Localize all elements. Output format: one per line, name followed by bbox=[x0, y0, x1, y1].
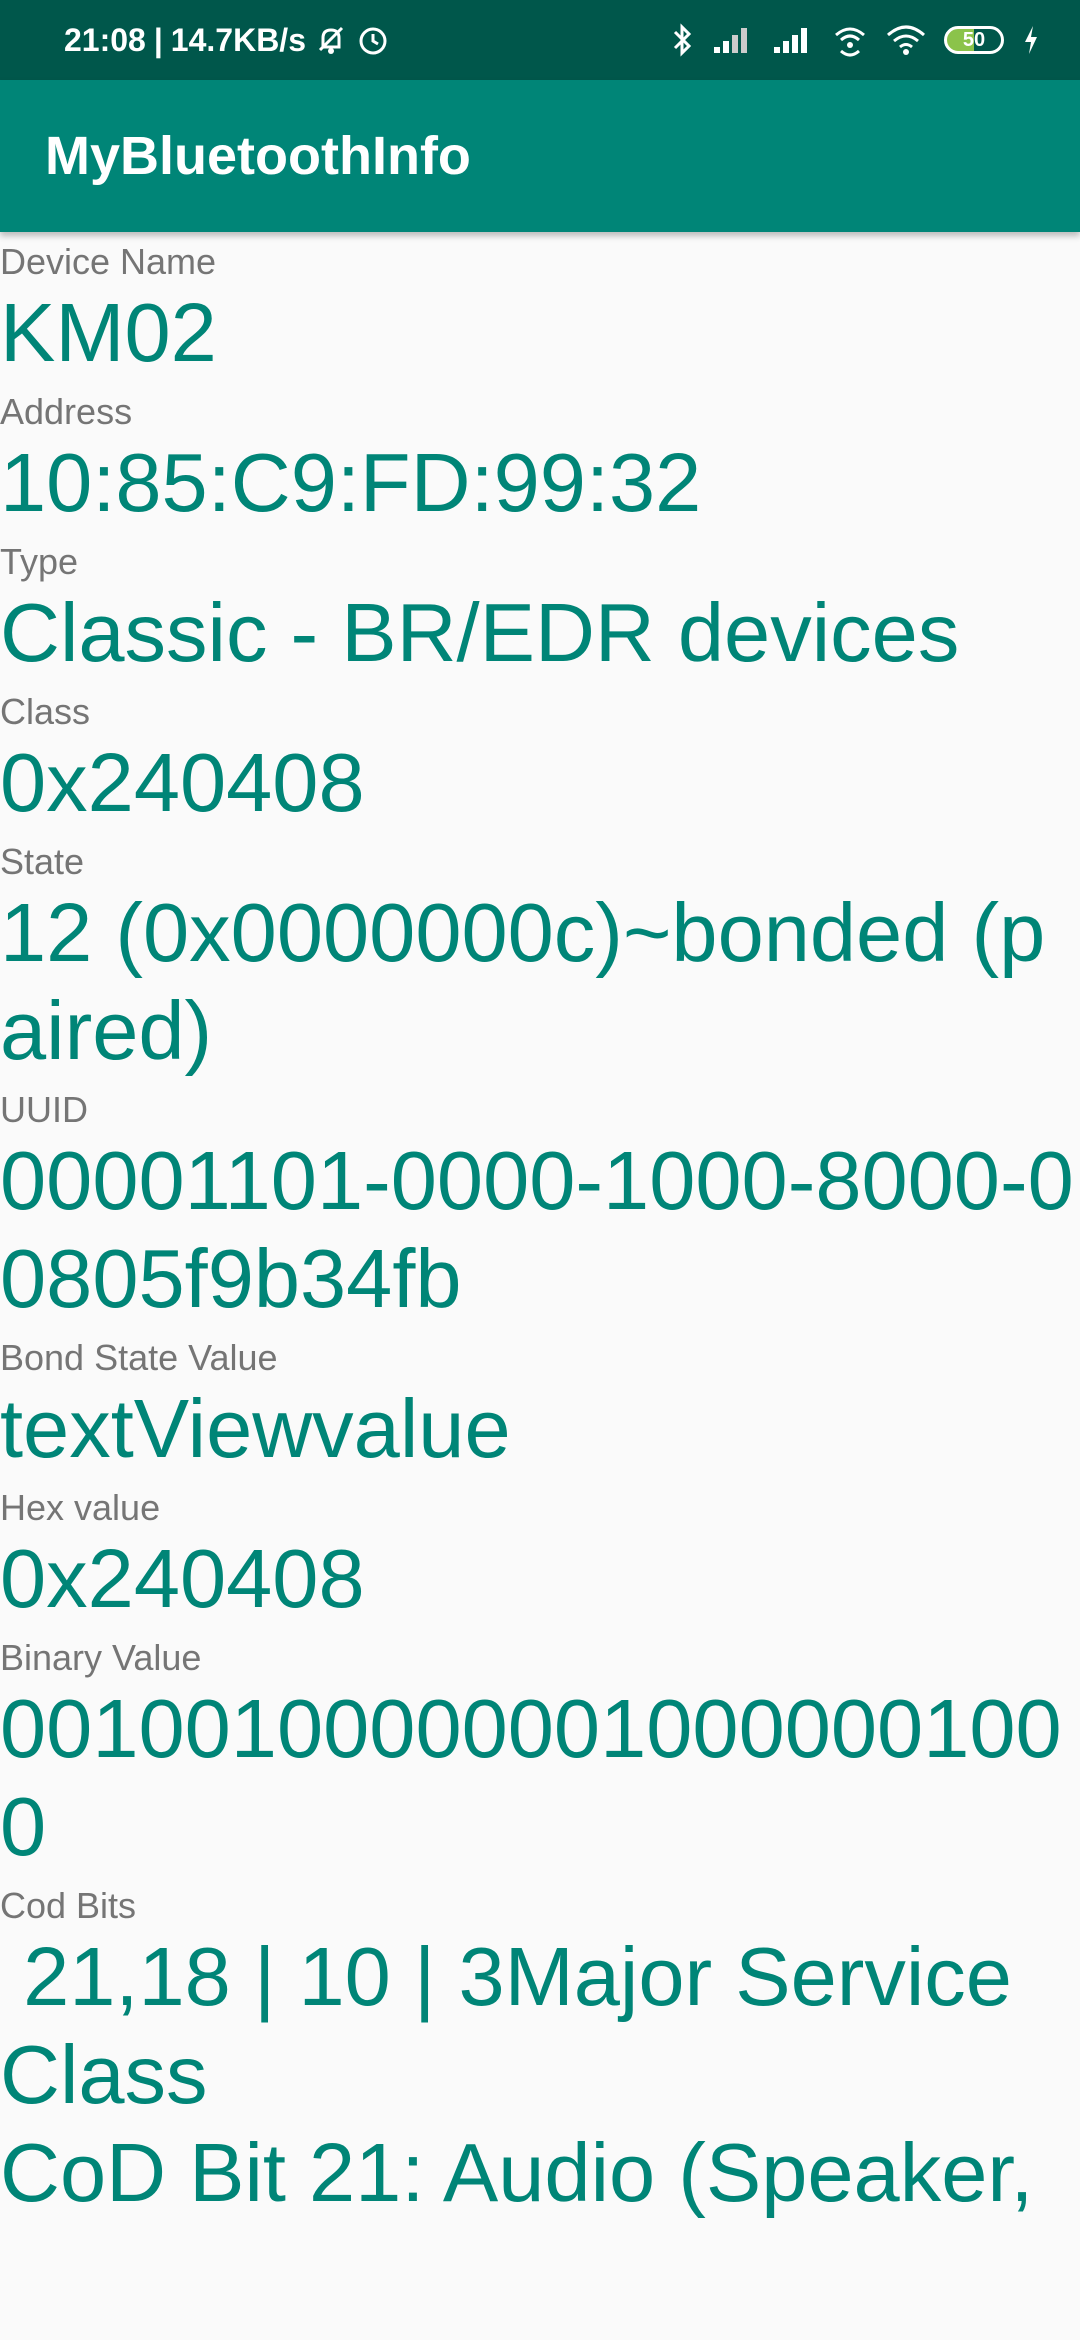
field-value: textViewvalue bbox=[0, 1382, 511, 1475]
field-device-name: Device Name KM02 bbox=[0, 240, 1080, 382]
field-value: 001001000000010000001000 bbox=[0, 1682, 1062, 1873]
field-address: Address 10:85:C9:FD:99:32 bbox=[0, 390, 1080, 532]
field-label: Device Name bbox=[0, 241, 217, 282]
field-value: 0x240408 bbox=[0, 736, 365, 829]
field-value: Classic - BR/EDR devices bbox=[0, 586, 960, 679]
field-hex-value: Hex value 0x240408 bbox=[0, 1486, 1080, 1628]
signal-icon bbox=[772, 25, 814, 55]
field-label: Binary Value bbox=[0, 1637, 202, 1678]
wifi-icon bbox=[886, 23, 926, 57]
app-bar: MyBluetoothInfo bbox=[0, 80, 1080, 232]
field-uuid: UUID 00001101-0000-1000-8000-00805f9b34f… bbox=[0, 1088, 1080, 1328]
field-label: Class bbox=[0, 691, 91, 732]
field-value: 21,18 | 10 | 3Major Service Class CoD Bi… bbox=[0, 1930, 1034, 2219]
status-bar: 21:08 | 14.7KB/s 50 bbox=[0, 0, 1080, 80]
status-separator: | bbox=[153, 21, 163, 58]
field-label: Type bbox=[0, 541, 79, 582]
field-bond-state-value: Bond State Value textViewvalue bbox=[0, 1336, 1080, 1478]
field-class: Class 0x240408 bbox=[0, 690, 1080, 832]
charging-icon bbox=[1022, 24, 1040, 56]
field-state: State 12 (0x0000000c)~bonded (paired) bbox=[0, 840, 1080, 1080]
field-label: Bond State Value bbox=[0, 1337, 278, 1378]
field-value: 00001101-0000-1000-8000-00805f9b34fb bbox=[0, 1134, 1074, 1325]
mute-icon bbox=[314, 23, 348, 57]
status-net-speed: 14.7KB/s bbox=[170, 21, 306, 58]
field-binary-value: Binary Value 001001000000010000001000 bbox=[0, 1636, 1080, 1876]
field-label: Cod Bits bbox=[0, 1885, 137, 1926]
status-right: 50 bbox=[672, 22, 1040, 58]
battery-icon: 50 bbox=[944, 26, 1004, 54]
field-label: State bbox=[0, 841, 85, 882]
field-cod-bits: Cod Bits 21,18 | 10 | 3Major Service Cla… bbox=[0, 1884, 1080, 2222]
field-label: Address bbox=[0, 391, 133, 432]
field-value: 10:85:C9:FD:99:32 bbox=[0, 436, 702, 529]
alarm-icon bbox=[356, 23, 390, 57]
status-time: 21:08 bbox=[64, 21, 146, 58]
signal-icon bbox=[712, 25, 754, 55]
field-value: 0x240408 bbox=[0, 1532, 365, 1625]
field-label: UUID bbox=[0, 1089, 88, 1130]
hotspot-icon bbox=[832, 23, 868, 57]
field-label: Hex value bbox=[0, 1487, 161, 1528]
device-info-list[interactable]: Device Name KM02 Address 10:85:C9:FD:99:… bbox=[0, 232, 1080, 2340]
status-left: 21:08 | 14.7KB/s bbox=[64, 22, 390, 59]
app-title: MyBluetoothInfo bbox=[45, 126, 471, 186]
bluetooth-icon bbox=[672, 22, 694, 58]
field-value: KM02 bbox=[0, 286, 217, 379]
field-type: Type Classic - BR/EDR devices bbox=[0, 540, 1080, 682]
field-value: 12 (0x0000000c)~bonded (paired) bbox=[0, 886, 1046, 1077]
